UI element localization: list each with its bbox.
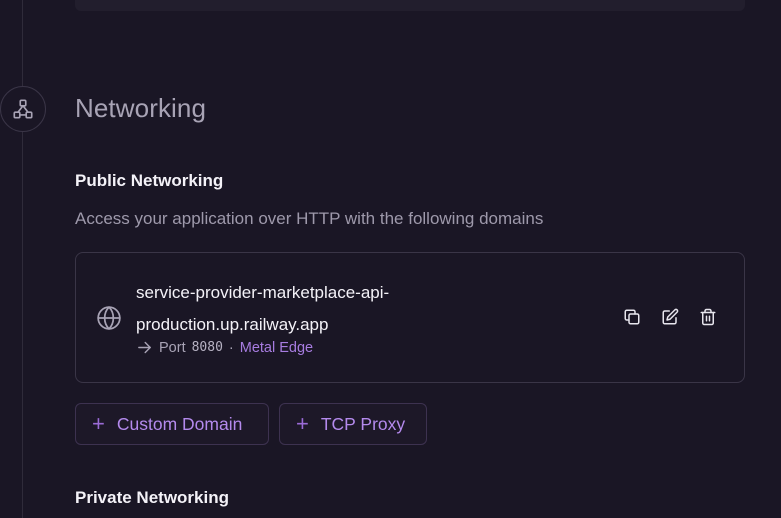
port-value: 8080: [191, 340, 223, 355]
port-separator: ·: [228, 339, 234, 356]
public-networking-title: Public Networking: [75, 171, 224, 190]
previous-section-card: [75, 0, 745, 11]
plus-icon: +: [92, 411, 105, 436]
domain-line-1: service-provider-marketplace-api-: [136, 283, 390, 302]
private-networking-title: Private Networking: [75, 488, 229, 507]
copy-icon: [624, 309, 640, 325]
trash-icon: [700, 308, 716, 326]
network-icon: [13, 99, 33, 119]
domain-actions: [622, 307, 718, 327]
networking-settings-page: Networking Public Networking Access your…: [0, 0, 781, 518]
timeline-node: [0, 86, 46, 132]
edit-button[interactable]: [660, 307, 680, 327]
port-label: Port: [159, 339, 186, 356]
plus-icon: +: [296, 411, 309, 436]
timeline-line: [22, 0, 23, 518]
domain-link[interactable]: service-provider-marketplace-api- produc…: [136, 277, 456, 341]
tcp-proxy-button[interactable]: + TCP Proxy: [279, 403, 427, 445]
public-networking-description: Access your application over HTTP with t…: [75, 209, 544, 228]
section-title: Networking: [75, 93, 207, 123]
edit-icon: [662, 308, 679, 325]
custom-domain-label: Custom Domain: [116, 413, 243, 434]
domain-card: service-provider-marketplace-api- produc…: [75, 252, 745, 383]
custom-domain-button[interactable]: + Custom Domain: [75, 403, 269, 445]
arrow-right-icon: [138, 341, 151, 354]
metal-edge-link[interactable]: Metal Edge: [240, 340, 313, 356]
domain-line-2: production.up.railway.app: [136, 315, 329, 334]
port-info: Port 8080 · Metal Edge: [136, 339, 313, 356]
tcp-proxy-label: TCP Proxy: [320, 413, 406, 434]
globe-icon: [97, 306, 121, 330]
copy-button[interactable]: [622, 307, 642, 327]
delete-button[interactable]: [698, 307, 718, 327]
